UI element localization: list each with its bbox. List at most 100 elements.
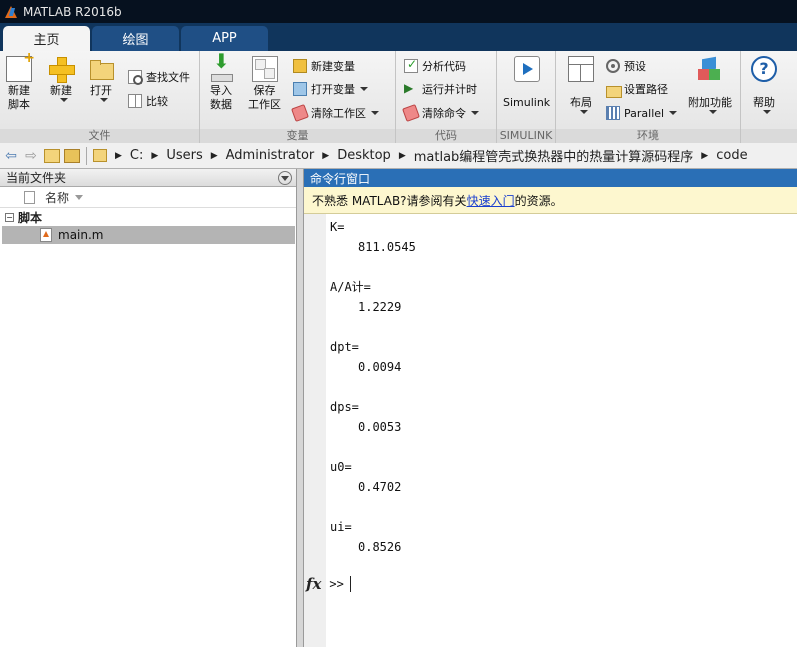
- back-arrow-icon[interactable]: ⇦: [2, 147, 20, 165]
- set-path-button[interactable]: 设置路径: [606, 80, 668, 98]
- command-window: 命令行窗口 不熟悉 MATLAB?请参阅有关 快速入门 的资源。 K= 811.…: [303, 169, 797, 647]
- quick-start-link[interactable]: 快速入门: [467, 192, 515, 209]
- simulink-icon: [513, 56, 540, 82]
- prompt-symbol: >>: [329, 577, 344, 591]
- chevron-down-icon: [708, 110, 717, 114]
- find-files-button[interactable]: 查找文件: [128, 68, 190, 86]
- breadcrumb-item[interactable]: matlab编程管壳式换热器中的热量计算源码程序: [414, 146, 694, 165]
- section-environment: 布局 预设 设置路径 Parallel 附加功能 环境: [556, 51, 741, 143]
- breadcrumb-arrow-icon[interactable]: ▶: [399, 151, 406, 161]
- clear-commands-icon: [402, 104, 420, 122]
- parallel-label: Parallel: [624, 106, 665, 120]
- file-type-icon: [24, 190, 35, 204]
- breadcrumb-arrow-icon[interactable]: ▶: [151, 151, 158, 161]
- file-name: main.m: [58, 228, 104, 242]
- forward-arrow-icon[interactable]: ⇨: [22, 147, 40, 165]
- current-folder-panel: 当前文件夹 名称 − 脚本 main.m: [0, 169, 297, 647]
- new-script-button[interactable]: 新建 脚本: [6, 51, 35, 112]
- set-path-icon: [606, 82, 622, 98]
- save-label-1: 保存: [253, 84, 276, 97]
- open-label: 打开: [90, 84, 112, 97]
- run-and-time-label: 运行并计时: [422, 83, 477, 96]
- breadcrumb-arrow-icon[interactable]: ▶: [115, 151, 122, 161]
- clear-workspace-button[interactable]: 清除工作区: [291, 104, 379, 122]
- chevron-down-icon: [360, 87, 368, 91]
- group-row-scripts[interactable]: − 脚本: [0, 208, 296, 226]
- column-name-label: 名称: [45, 190, 70, 205]
- command-prompt[interactable]: fx >>: [306, 575, 351, 593]
- breadcrumb-item[interactable]: C:: [130, 148, 143, 163]
- new-label: 新建: [50, 84, 72, 97]
- breadcrumb-arrow-icon[interactable]: ▶: [211, 151, 218, 161]
- breadcrumb-item[interactable]: Administrator: [226, 148, 315, 163]
- chevron-down-icon: [669, 111, 678, 115]
- up-folder-icon[interactable]: [44, 148, 60, 163]
- clear-commands-label: 清除命令: [422, 107, 466, 120]
- output-var-value: 0.4702: [358, 480, 402, 494]
- collapse-toggle-icon[interactable]: −: [5, 212, 14, 222]
- tab-apps[interactable]: APP: [181, 26, 268, 51]
- open-button[interactable]: 打开: [88, 56, 114, 102]
- title-bar: MATLAB R2016b: [0, 0, 797, 23]
- file-row-main[interactable]: main.m: [2, 226, 295, 244]
- find-files-label: 查找文件: [146, 71, 190, 84]
- import-label-1: 导入: [210, 84, 232, 97]
- import-data-button[interactable]: 导入 数据: [208, 54, 234, 112]
- help-button[interactable]: ? 帮助: [751, 56, 777, 114]
- help-label: 帮助: [753, 96, 775, 109]
- tab-home[interactable]: 主页: [3, 26, 90, 51]
- compare-button[interactable]: 比较: [128, 92, 168, 110]
- output-var-name: dpt=: [330, 340, 359, 354]
- analyze-code-label: 分析代码: [422, 60, 466, 73]
- preferences-button[interactable]: 预设: [606, 57, 646, 75]
- run-and-time-button[interactable]: 运行并计时: [404, 80, 477, 98]
- tab-plots[interactable]: 绘图: [92, 26, 179, 51]
- text-cursor: [349, 576, 351, 592]
- layout-button[interactable]: 布局: [568, 56, 594, 114]
- group-label: 脚本: [18, 210, 43, 225]
- new-variable-icon: [293, 59, 307, 73]
- output-var-name: dps=: [330, 400, 359, 414]
- panel-menu-icon[interactable]: [278, 170, 292, 185]
- chevron-down-icon: [471, 111, 479, 115]
- breadcrumb-arrow-icon[interactable]: ▶: [322, 151, 329, 161]
- sort-caret-icon: [75, 194, 84, 200]
- section-simulink: Simulink SIMULINK: [497, 51, 556, 143]
- new-button[interactable]: 新建: [48, 56, 75, 102]
- section-code-label: 代码: [396, 129, 496, 143]
- section-simulink-label: SIMULINK: [497, 129, 555, 143]
- simulink-button[interactable]: Simulink: [503, 56, 550, 110]
- open-variable-icon: [293, 82, 307, 96]
- save-workspace-button[interactable]: 保存 工作区: [248, 56, 281, 112]
- save-label-2: 工作区: [248, 98, 281, 111]
- ribbon-tab-strip: 主页 绘图 APP: [0, 23, 797, 51]
- run-and-time-icon: [404, 81, 418, 96]
- output-var-value: 0.0053: [358, 420, 402, 434]
- output-var-value: 0.0094: [358, 360, 402, 374]
- breadcrumb-arrow-icon[interactable]: ▶: [701, 151, 708, 161]
- output-var-name: u0=: [330, 460, 352, 474]
- section-resources: ? 帮助: [741, 51, 797, 143]
- breadcrumb-item[interactable]: code: [716, 148, 747, 163]
- compare-icon: [128, 94, 142, 108]
- breadcrumb-item[interactable]: Desktop: [337, 148, 391, 163]
- function-browser-icon[interactable]: fx: [306, 575, 321, 593]
- new-plus-icon: [48, 56, 75, 83]
- find-files-icon: [128, 70, 143, 85]
- simulink-label: Simulink: [503, 96, 551, 109]
- analyze-code-button[interactable]: 分析代码: [404, 57, 466, 75]
- analyze-code-icon: [404, 57, 418, 73]
- command-output[interactable]: K= 811.0545 A/A计= 1.2229 dpt= 0.0094 dps…: [330, 217, 790, 557]
- addons-button[interactable]: 附加功能: [688, 56, 732, 114]
- separator: [86, 146, 87, 165]
- m-file-icon: [40, 228, 52, 242]
- column-header[interactable]: 名称: [0, 187, 296, 208]
- open-variable-button[interactable]: 打开变量: [293, 80, 368, 98]
- breadcrumb-item[interactable]: Users: [166, 148, 202, 163]
- chevron-down-icon: [59, 98, 68, 102]
- parallel-button[interactable]: Parallel: [606, 104, 678, 122]
- save-workspace-icon: [251, 56, 278, 82]
- browse-folder-icon[interactable]: [64, 148, 80, 163]
- new-variable-button[interactable]: 新建变量: [293, 57, 355, 75]
- clear-commands-button[interactable]: 清除命令: [402, 104, 479, 122]
